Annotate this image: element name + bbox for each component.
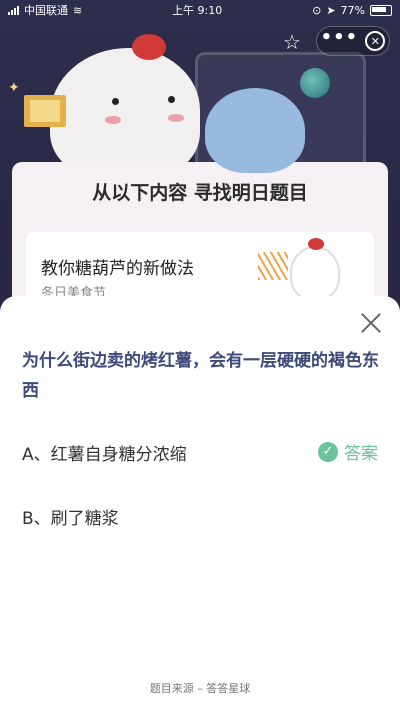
battery-percent: 77%: [340, 3, 365, 17]
ghost-mascot: [205, 88, 305, 173]
globe-icon: [300, 68, 330, 98]
mini-chick-icon: [290, 246, 340, 300]
sheet-close-icon[interactable]: [360, 312, 382, 334]
answer-badge: ✓ 答案: [318, 439, 378, 464]
rotation-lock-icon: ⊙: [312, 3, 322, 17]
clock: 上午 9:10: [172, 4, 223, 17]
chick-comb: [132, 34, 166, 60]
chick-eye: [168, 96, 175, 103]
option-a[interactable]: A、红薯自身糖分浓缩: [22, 440, 187, 465]
status-bar: 中国联通 ≋ 上午 9:10 ⊙ ➤ 77%: [0, 0, 400, 20]
banner-title: 从以下内容 寻找明日题目: [92, 182, 308, 204]
signal-icon: [8, 5, 19, 15]
sparkle-icon: ✦: [8, 80, 20, 96]
location-icon: ➤: [326, 3, 336, 17]
answer-label: 答案: [344, 444, 378, 464]
mini-program-capsule: ••• ✕: [316, 26, 390, 56]
carrier-label: 中国联通: [24, 4, 68, 17]
check-icon: ✓: [318, 441, 338, 462]
question-text: 为什么街边卖的烤红薯，会有一层硬硬的褐色东西: [22, 351, 379, 401]
sparkle-lines-icon: [258, 252, 288, 280]
chick-cheek: [168, 114, 184, 122]
chick-cheek: [105, 116, 121, 124]
close-icon[interactable]: ✕: [365, 31, 386, 51]
banner-card: 从以下内容 寻找明日题目 教你糖葫芦的新做法 冬日美食节: [12, 162, 388, 312]
option-b[interactable]: B、刷了糖浆: [22, 504, 119, 529]
article-title: 教你糖葫芦的新做法: [41, 259, 194, 279]
wifi-icon: ≋: [73, 3, 83, 17]
award-frame-inner: [30, 100, 60, 122]
star-icon[interactable]: ☆: [277, 30, 307, 54]
chick-mascot: [50, 48, 200, 178]
battery-icon: [370, 4, 392, 16]
chick-eye: [112, 98, 119, 105]
question-source: 题目来源 – 答答星球: [149, 682, 251, 695]
question-sheet: 为什么街边卖的烤红薯，会有一层硬硬的褐色东西 A、红薯自身糖分浓缩 ✓ 答案 B…: [0, 296, 400, 712]
more-icon[interactable]: •••: [321, 29, 359, 47]
mini-chick-comb: [308, 238, 324, 250]
